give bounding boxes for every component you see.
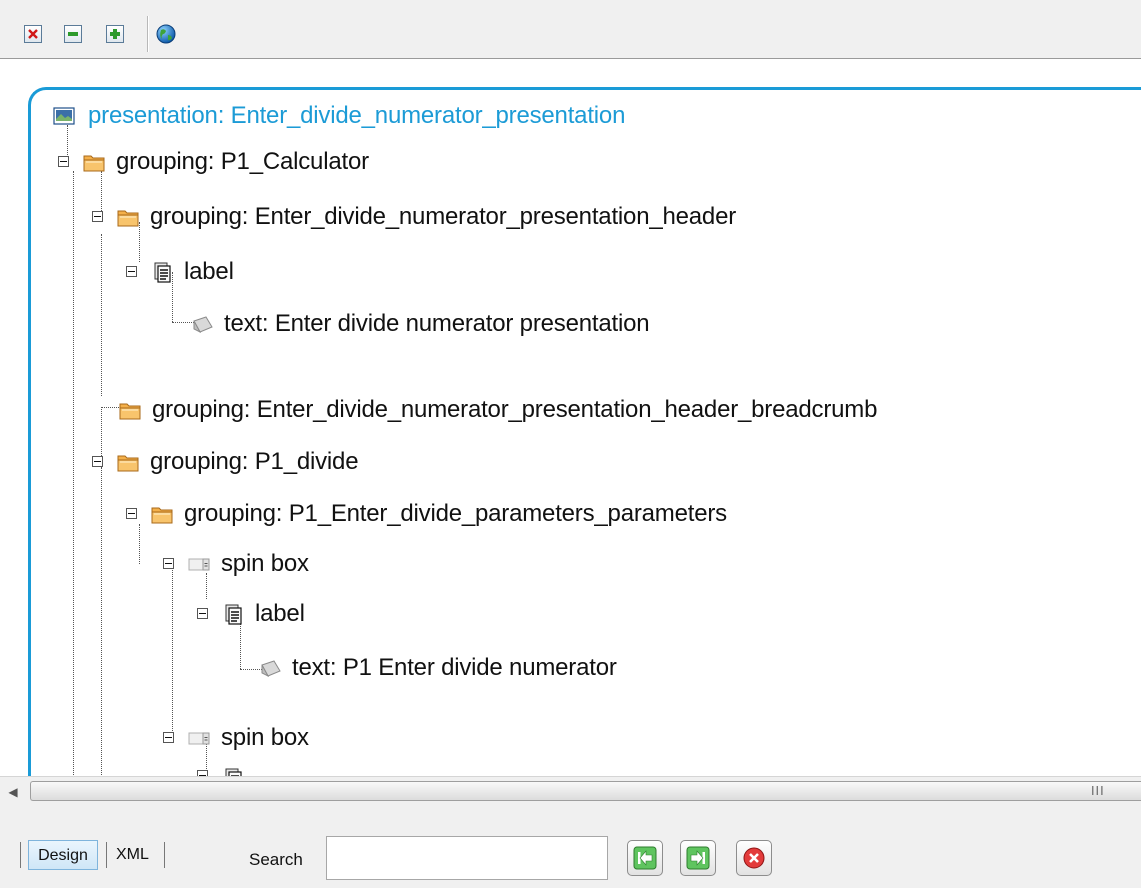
tree-node-label: grouping: P1_Calculator — [116, 148, 369, 175]
expand-icon[interactable] — [106, 25, 124, 43]
folder-icon — [117, 455, 139, 472]
collapse-toggle-icon[interactable] — [58, 156, 69, 167]
clear-icon[interactable] — [736, 840, 772, 876]
tree-node-label: text: Enter divide numerator presentatio… — [224, 310, 650, 337]
tab-separator — [20, 842, 21, 868]
tree-frame — [28, 87, 1141, 790]
toolbar-separator — [147, 16, 149, 52]
tree-node-label: label — [255, 600, 305, 627]
tree-node-label: spin box — [221, 724, 309, 751]
collapse-toggle-icon[interactable] — [92, 211, 103, 222]
spinbox-icon — [188, 732, 210, 745]
toolbar — [0, 0, 1141, 58]
tree-node-label: text: P1 Enter divide numerator — [292, 654, 617, 681]
spinbox-icon — [188, 558, 210, 571]
tree-node-text[interactable]: text: P1 Enter divide numerator — [258, 653, 617, 683]
tree-node-label: label — [184, 258, 234, 285]
tree-node-grouping[interactable]: grouping: P1_divide — [92, 447, 359, 477]
tree-node-grouping[interactable]: grouping: Enter_divide_numerator_present… — [118, 395, 877, 425]
tab-xml[interactable]: XML — [116, 840, 149, 870]
presentation-icon — [53, 107, 75, 125]
search-input[interactable] — [326, 836, 608, 880]
label-icon — [154, 262, 171, 283]
folder-icon — [117, 210, 139, 227]
tab-design[interactable]: Design — [28, 840, 98, 870]
tree-node-grouping[interactable]: grouping: P1_Enter_divide_parameters_par… — [126, 499, 727, 529]
tree-node-label-element[interactable]: label — [197, 599, 305, 629]
horizontal-scrollbar[interactable]: ◀ III — [0, 776, 1141, 807]
globe-icon[interactable] — [156, 24, 176, 44]
close-icon[interactable] — [24, 25, 42, 43]
tree-node-label: spin box — [221, 550, 309, 577]
collapse-toggle-icon[interactable] — [92, 456, 103, 467]
next-icon[interactable] — [680, 840, 716, 876]
folder-icon — [119, 403, 141, 420]
collapse-toggle-icon[interactable] — [126, 266, 137, 277]
scrollbar-grip: III — [1091, 784, 1105, 798]
folder-icon — [83, 155, 105, 172]
search-label: Search — [249, 850, 303, 869]
tree-node-spinbox[interactable]: spin box — [163, 549, 309, 579]
text-icon — [193, 316, 213, 333]
tree-node-root[interactable]: presentation: Enter_divide_numerator_pre… — [52, 101, 625, 131]
collapse-icon[interactable] — [64, 25, 82, 43]
tree-node-grouping[interactable]: grouping: P1_Calculator — [58, 147, 369, 177]
tab-separator — [106, 842, 107, 868]
tree-node-label: grouping: Enter_divide_numerator_present… — [150, 203, 737, 230]
text-icon — [261, 660, 281, 677]
tree-node-label-element[interactable]: label — [126, 257, 234, 287]
tree-node-label: grouping: Enter_divide_numerator_present… — [152, 396, 878, 423]
tree-node-label: presentation: Enter_divide_numerator_pre… — [88, 102, 626, 129]
tree-node-spinbox[interactable]: spin box — [163, 723, 309, 753]
collapse-toggle-icon[interactable] — [163, 558, 174, 569]
tree-panel: presentation: Enter_divide_numerator_pre… — [0, 58, 1141, 790]
scroll-left-arrow-icon[interactable]: ◀ — [2, 782, 24, 802]
tab-separator — [164, 842, 165, 868]
tree-node-label: grouping: P1_divide — [150, 448, 359, 475]
collapse-toggle-icon[interactable] — [126, 508, 137, 519]
collapse-toggle-icon[interactable] — [197, 608, 208, 619]
previous-icon[interactable] — [627, 840, 663, 876]
collapse-toggle-icon[interactable] — [163, 732, 174, 743]
bottom-bar: Design XML Search — [0, 806, 1141, 888]
scrollbar-thumb[interactable]: III — [30, 781, 1141, 801]
folder-icon — [151, 507, 173, 524]
label-icon — [225, 604, 242, 625]
tree-node-text[interactable]: text: Enter divide numerator presentatio… — [190, 309, 650, 339]
tree-node-grouping[interactable]: grouping: Enter_divide_numerator_present… — [92, 202, 736, 232]
tree-node-label: grouping: P1_Enter_divide_parameters_par… — [184, 500, 727, 527]
